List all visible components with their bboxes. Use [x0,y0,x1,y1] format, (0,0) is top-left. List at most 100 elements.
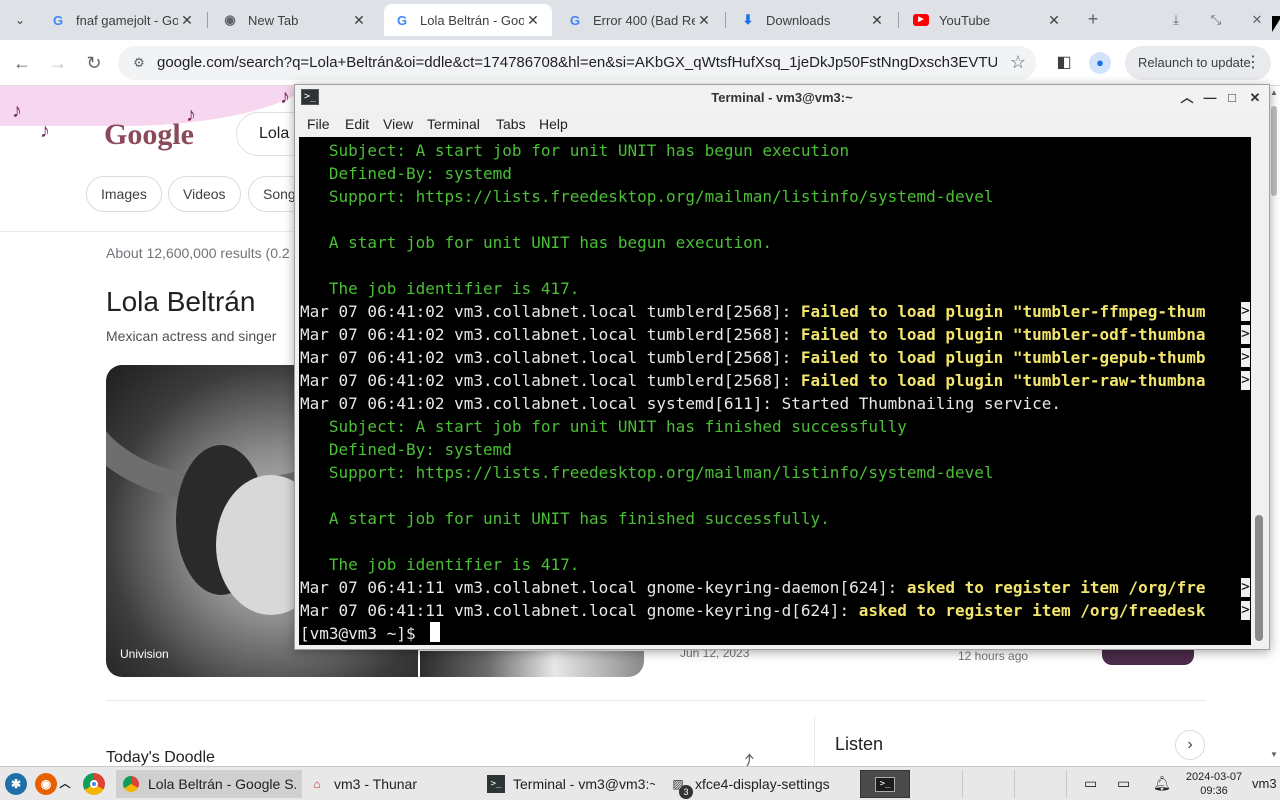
photo-caption: Univision [120,647,169,661]
menu-view[interactable]: View [383,116,413,132]
terminal-line: [vm3@vm3 ~]$ [300,624,426,643]
log-message: Failed to load plugin "tumbler-raw-thumb… [800,371,1206,390]
user-menu[interactable]: vm3 [1252,776,1277,791]
menu-terminal[interactable]: Terminal [427,116,480,132]
tab-fnaf-gamejolt[interactable]: G fnaf gamejolt - Go ✕ [40,4,206,36]
close-icon[interactable]: ✕ [1245,88,1265,108]
relaunch-to-update-button[interactable]: Relaunch to update ⋮ [1125,46,1271,80]
scrollbar-thumb[interactable] [1271,106,1277,196]
task-label: Lola Beltrán - Google S... [148,776,296,792]
chevron-up-icon[interactable]: ︿ [58,773,72,795]
terminal-titlebar[interactable]: >_ Terminal - vm3@vm3:~ ︿ — □ ✕ [295,85,1269,111]
scroll-down-icon[interactable]: ▼ [1270,750,1278,759]
close-tab-icon[interactable]: ✕ [178,12,196,29]
download-icon: ⬇ [742,12,754,27]
tab-title: Error 400 (Bad Re [593,12,695,28]
music-note-icon: ♪ [280,86,290,108]
new-tab-plus-icon[interactable]: + [1082,8,1104,32]
line-truncated-marker: > [1241,302,1250,321]
log-prefix: Mar 07 06:41:11 vm3.collabnet.local gnom… [300,578,907,597]
terminal-scrollbar[interactable] [1251,137,1267,645]
log-line: Mar 07 06:41:02 vm3.collabnet.local tumb… [300,369,1250,392]
reload-icon[interactable]: ↻ [82,51,106,75]
log-prefix: Mar 07 06:41:02 vm3.collabnet.local tumb… [300,371,801,390]
tab-youtube[interactable]: ▶ YouTube ✕ [903,4,1073,36]
firefox-icon[interactable]: ◉ [35,773,57,795]
close-tab-icon[interactable]: ✕ [350,12,368,29]
task-terminal[interactable]: >_ Terminal - vm3@vm3:~ [481,770,661,798]
tab-new-tab[interactable]: ◉ New Tab ✕ [212,4,378,36]
menu-help[interactable]: Help [539,116,568,132]
scroll-up-icon[interactable]: ▲ [1270,88,1278,97]
more-menu-icon[interactable]: ⋮ [1245,46,1261,80]
listen-card: Listen › [814,716,1214,766]
restore-icon[interactable]: ⤡ [1205,9,1227,31]
close-window-icon[interactable]: ✕ [1246,9,1268,31]
back-icon[interactable]: ← [10,51,34,75]
close-tab-icon[interactable]: ✕ [1045,12,1063,29]
shade-icon[interactable]: ︿ [1177,88,1197,108]
battery-charging-icon[interactable]: ▭ [1117,775,1130,792]
close-tab-icon[interactable]: ✕ [868,12,886,29]
workspace-1[interactable]: >_ [860,770,910,798]
bookmark-star-icon[interactable]: ☆ [1010,52,1026,73]
task-chrome-lola[interactable]: Lola Beltrán - Google S... [116,770,302,798]
menu-edit[interactable]: Edit [345,116,369,132]
log-prefix: Mar 07 06:41:11 vm3.collabnet.local gnom… [300,601,859,620]
url-text[interactable]: google.com/search?q=Lola+Beltrán&oi=ddle… [157,54,997,71]
menu-file[interactable]: File [307,116,330,132]
minimize-icon[interactable]: ⤓ [1165,9,1187,31]
side-panel-icon[interactable]: ◧ [1054,52,1074,72]
tab-strip: ⌄ G fnaf gamejolt - Go ✕ ◉ New Tab ✕ G L… [0,0,1280,40]
task-label: xfce4-display-settings [695,776,830,792]
knowledge-panel-subtitle: Mexican actress and singer [106,328,277,344]
mouse-pointer-icon [1272,16,1280,32]
knowledge-panel-title[interactable]: Lola Beltrán [106,286,255,318]
relaunch-label: Relaunch to update [1138,55,1251,70]
minimize-icon[interactable]: — [1200,88,1220,108]
tab-lola-beltran[interactable]: G Lola Beltrán - Goo ✕ [384,4,552,36]
line-truncated-marker: > [1241,348,1250,367]
chip-images[interactable]: Images [86,176,162,212]
music-note-icon: ♪ [12,100,22,122]
line-truncated-marker: > [1241,578,1250,597]
home-folder-icon: ⌂ [313,777,321,791]
address-bar[interactable]: ⚙ google.com/search?q=Lola+Beltrán&oi=dd… [118,46,1036,80]
maximize-icon[interactable]: □ [1222,88,1242,108]
terminal-output[interactable]: Subject: A start job for unit UNIT has b… [299,137,1251,645]
notification-bell-icon[interactable]: 🔔︎ [1153,775,1171,792]
tab-title: Downloads [766,12,831,28]
profile-avatar-icon[interactable]: ● [1089,52,1111,74]
tab-title: fnaf gamejolt - Go [76,12,178,28]
secondary-photo[interactable] [420,651,644,677]
share-icon[interactable]: ⤴ [736,749,754,766]
scrollbar-thumb[interactable] [1255,515,1263,641]
task-label: vm3 - Thunar [334,776,417,792]
tab-title: Lola Beltrán - Goo [420,12,524,28]
log-message: Failed to load plugin "tumbler-ffmpeg-th… [800,302,1206,321]
tab-downloads[interactable]: ⬇ Downloads ✕ [730,4,896,36]
site-info-icon[interactable]: ⚙ [130,54,148,72]
menu-tabs[interactable]: Tabs [496,116,526,132]
tab-separator [725,12,726,28]
youtube-icon: ▶ [913,12,929,28]
journal-detail-line: Defined-By: systemd [300,440,512,459]
chevron-right-icon[interactable]: › [1175,730,1205,760]
log-message: Failed to load plugin "tumbler-odf-thumb… [800,325,1206,344]
forward-icon[interactable]: → [46,51,70,75]
google-doodle-logo[interactable]: Google [104,118,194,152]
journal-detail-line: A start job for unit UNIT has begun exec… [300,233,773,252]
tab-error-400[interactable]: G Error 400 (Bad Re ✕ [557,4,723,36]
journal-detail-line: Support: https://lists.freedesktop.org/m… [300,463,994,482]
task-thunar[interactable]: ⌂ vm3 - Thunar [302,770,480,798]
clock[interactable]: 2024-03-07 09:36 [1184,770,1244,798]
battery-icon[interactable]: ▭ [1084,775,1097,792]
tab-search-chevron-icon[interactable]: ⌄ [6,10,34,30]
close-tab-icon[interactable]: ✕ [695,12,713,29]
clock-time: 09:36 [1200,785,1228,797]
close-tab-icon[interactable]: ✕ [524,12,542,29]
app-menu-icon[interactable]: ✱ [5,773,27,795]
line-truncated-marker: > [1241,371,1250,390]
chip-videos[interactable]: Videos [168,176,241,212]
chrome-icon[interactable] [83,773,105,795]
